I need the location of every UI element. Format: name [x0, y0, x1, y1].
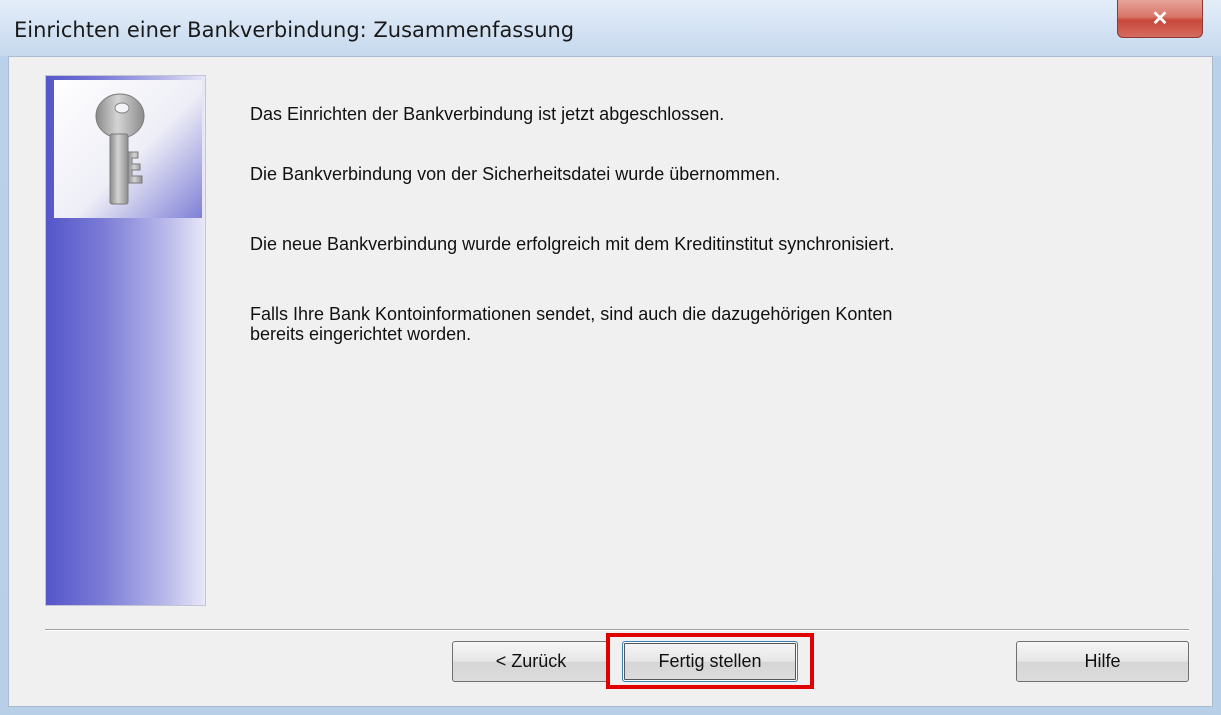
close-icon: ✕ [1151, 8, 1169, 30]
summary-line-synchronized: Die neue Bankverbindung wurde erfolgreic… [250, 234, 895, 254]
window-title: Einrichten einer Bankverbindung: Zusamme… [14, 18, 575, 42]
title-bar[interactable]: Einrichten einer Bankverbindung: Zusamme… [0, 0, 1221, 56]
button-separator [45, 629, 1189, 631]
key-icon [95, 93, 145, 205]
summary-line-accounts-cont: bereits eingerichtet worden. [250, 324, 472, 344]
back-button[interactable]: < Zurück [452, 641, 610, 682]
finish-button[interactable]: Fertig stellen [622, 641, 798, 682]
help-button[interactable]: Hilfe [1016, 641, 1189, 682]
close-button[interactable]: ✕ [1117, 0, 1203, 38]
wizard-side-panel [45, 75, 206, 606]
wizard-image [54, 80, 202, 218]
wizard-body: Das Einrichten der Bankverbindung ist je… [8, 56, 1213, 707]
summary-line-completed: Das Einrichten der Bankverbindung ist je… [250, 104, 725, 124]
wizard-window: Einrichten einer Bankverbindung: Zusamme… [0, 0, 1221, 715]
summary-line-accounts: Falls Ihre Bank Kontoinformationen sende… [250, 304, 893, 324]
summary-line-imported: Die Bankverbindung von der Sicherheitsda… [250, 164, 781, 184]
